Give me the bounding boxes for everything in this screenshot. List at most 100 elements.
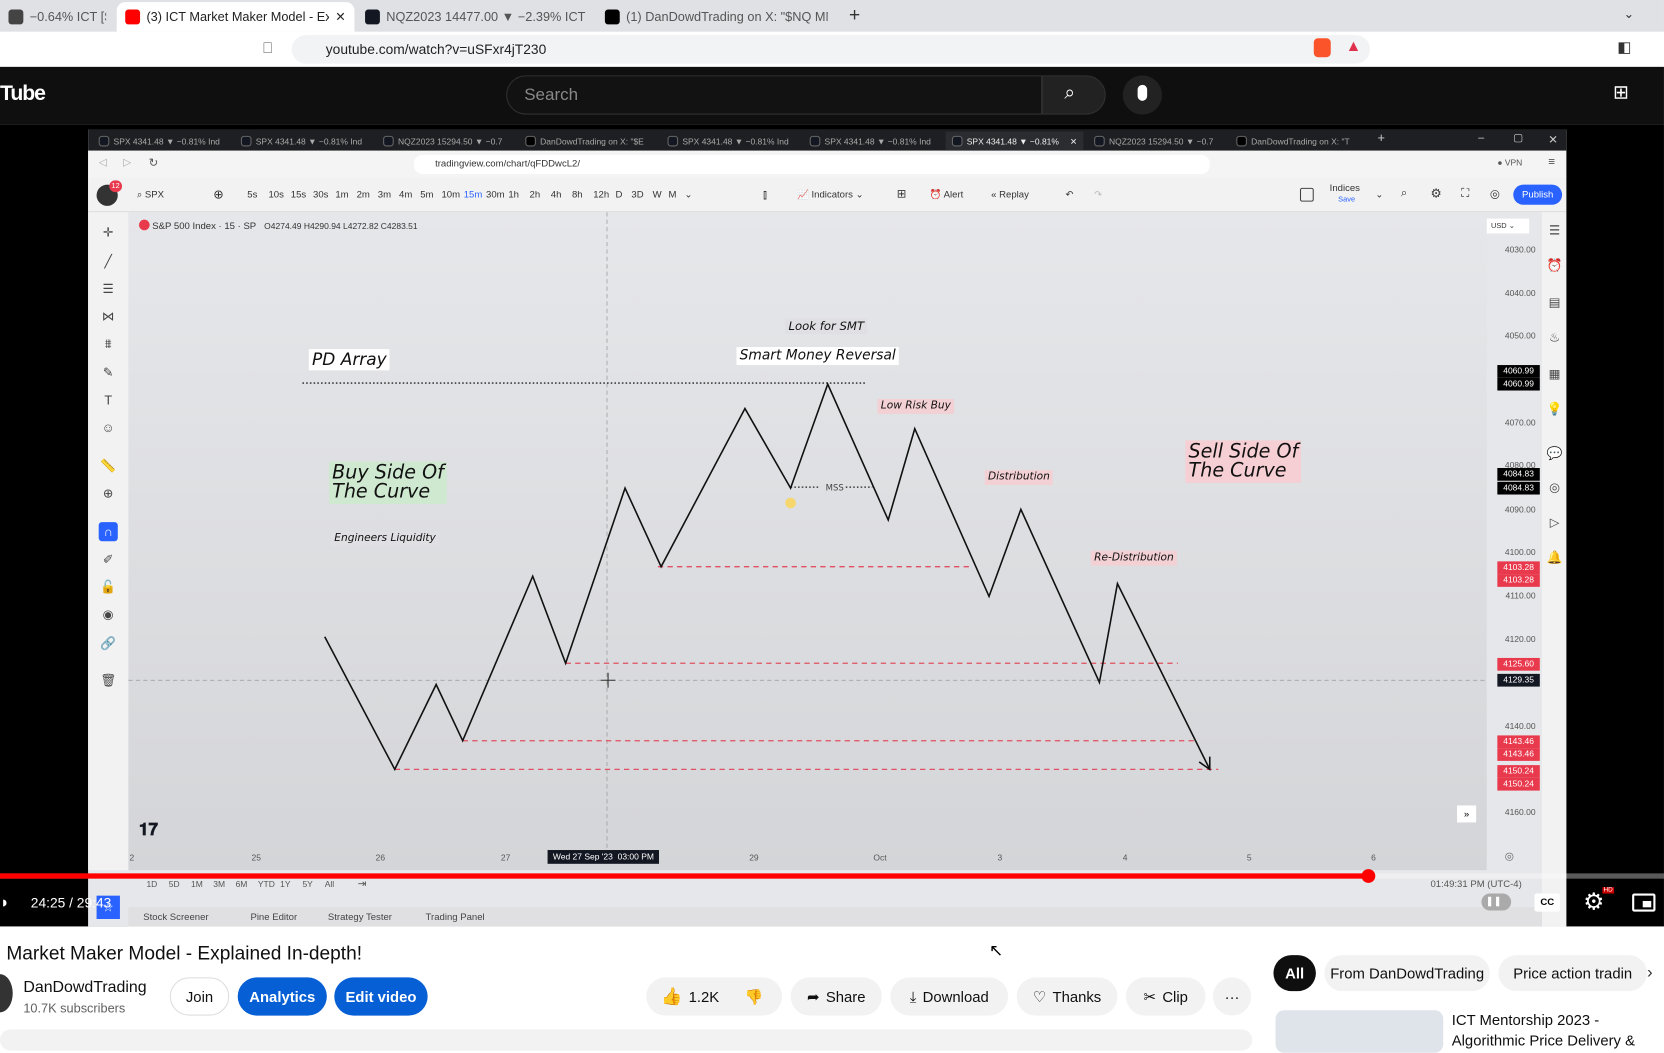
microphone-icon: [1137, 84, 1148, 101]
clock-timezone[interactable]: 01:49:31 PM (UTC-4): [1430, 879, 1521, 890]
price-badge: 4103.28: [1497, 574, 1540, 587]
filter-chip[interactable]: All: [1273, 955, 1316, 992]
analytics-button[interactable]: Analytics: [237, 977, 327, 1016]
channel-name[interactable]: DanDowdTrading: [23, 978, 146, 996]
search-icon: ⌕: [1064, 81, 1076, 103]
annotation-buy-side: Buy Side Of The Curve: [328, 461, 448, 505]
play-icon[interactable]: ▷: [1545, 515, 1564, 534]
bottom-tab[interactable]: Trading Panel: [426, 912, 485, 923]
new-tab-button[interactable]: +: [849, 4, 860, 26]
price-label: 4090.00: [1504, 505, 1536, 515]
sidebar-toggle-icon[interactable]: ◧: [1617, 38, 1631, 56]
filter-chip[interactable]: Price action tradin: [1498, 955, 1647, 992]
ideas-bulb-icon[interactable]: 💡: [1545, 401, 1564, 420]
auto-scale-settings-icon[interactable]: ◎: [1505, 851, 1514, 863]
recommended-thumbnail[interactable]: [1275, 1010, 1444, 1053]
download-button[interactable]: ⤓ Download: [890, 977, 1009, 1016]
hd-badge: HD: [1602, 887, 1614, 894]
volume-icon[interactable]: ◗: [0, 894, 10, 912]
like-icon[interactable]: 👍: [661, 986, 682, 1007]
miniplayer-icon[interactable]: [1632, 893, 1656, 912]
bottom-tab[interactable]: Strategy Tester: [328, 912, 392, 923]
close-window-icon[interactable]: ✕: [1548, 133, 1558, 147]
price-label: 4120.00: [1504, 634, 1536, 645]
brave-rewards-icon[interactable]: ▲: [1346, 37, 1362, 55]
price-label: 4160.00: [1504, 807, 1536, 818]
menu-icon[interactable]: ≡: [1548, 156, 1555, 169]
filter-chip[interactable]: From DanDowdTrading: [1324, 955, 1490, 992]
browser-tab[interactable]: NQZ2023 14477.00 ▼ −2.39% ICT [S][: [357, 2, 595, 32]
thanks-button[interactable]: ♡ Thanks: [1016, 977, 1118, 1016]
time-label: 6: [1371, 853, 1376, 863]
bottom-tab[interactable]: Pine Editor: [250, 912, 297, 923]
range-1Y[interactable]: 1Y: [280, 880, 290, 890]
notifications-bell-icon[interactable]: 🔔: [1545, 550, 1564, 569]
tab-title: (1) DanDowdTrading on X: "$NQ MMS: [626, 9, 828, 25]
bottom-tab[interactable]: Stock Screener: [143, 912, 208, 923]
legend-title[interactable]: S&P 500 Index · 15 · SP: [152, 221, 256, 232]
url-text: youtube.com/watch?v=uSFxr4jT230: [325, 41, 547, 58]
watchlist-icon[interactable]: ☰: [1545, 223, 1564, 242]
bookmark-icon[interactable]: ⎕: [263, 39, 272, 57]
range-YTD[interactable]: YTD: [258, 880, 275, 890]
thanks-heart-icon: ♡: [1032, 987, 1047, 1005]
range-1D[interactable]: 1D: [146, 880, 157, 890]
hotlist-fire-icon[interactable]: ♨: [1545, 330, 1564, 349]
like-count[interactable]: 1.2K: [689, 988, 720, 1005]
range-All[interactable]: All: [325, 880, 334, 890]
browser-tab[interactable]: (1) DanDowdTrading on X: "$NQ MMS: [596, 2, 836, 32]
voice-search-button[interactable]: [1122, 75, 1163, 115]
price-badge: 4125.60: [1497, 657, 1540, 671]
price-badge: 4143.46: [1497, 735, 1540, 749]
channel-avatar[interactable]: [0, 974, 13, 1013]
clip-label: Clip: [1162, 987, 1188, 1005]
clip-button[interactable]: ✂ Clip: [1125, 977, 1206, 1016]
search-button[interactable]: ⌕: [1042, 75, 1106, 115]
share-icon: ➦: [806, 987, 820, 1005]
captions-button[interactable]: CC: [1534, 893, 1560, 912]
annotation-engineers: Engineers Liquidity: [331, 531, 440, 547]
search-input[interactable]: Search: [506, 75, 1043, 115]
tab-list-chevron-icon[interactable]: ⌄: [1624, 6, 1635, 21]
alarm-clock-icon[interactable]: ⏰: [1545, 258, 1564, 277]
range-3M[interactable]: 3M: [213, 880, 225, 890]
range-1M[interactable]: 1M: [191, 880, 203, 890]
seek-thumb[interactable]: [1361, 869, 1376, 883]
brave-shield-icon[interactable]: [1313, 38, 1331, 58]
youtube-logo[interactable]: Tube: [0, 82, 46, 106]
chips-next-chevron-icon[interactable]: ›: [1647, 964, 1653, 983]
streams-icon[interactable]: ◎: [1545, 480, 1564, 499]
create-video-icon[interactable]: ⊞: [1613, 82, 1629, 104]
share-button[interactable]: ➦ Share: [790, 977, 882, 1016]
dislike-icon[interactable]: 👎: [745, 987, 764, 1005]
more-actions-button[interactable]: ···: [1212, 977, 1252, 1016]
calendar-icon[interactable]: ▦: [1545, 366, 1564, 385]
autoplay-toggle[interactable]: ❚❚: [1481, 893, 1512, 911]
join-button[interactable]: Join: [169, 977, 230, 1016]
chart-legend: S&P 500 Index · 15 · SP O4274.49 H4290.9…: [139, 219, 418, 232]
time-label: Oct: [873, 853, 887, 863]
annotation-pd-array: PD Array: [308, 349, 390, 371]
edit-video-button[interactable]: Edit video: [334, 977, 428, 1016]
browser-tab[interactable]: −0.64% ICT [S][∞][S]: [0, 2, 115, 32]
tab-title: −0.64% ICT [S][∞][S]: [29, 9, 106, 25]
chat-icon[interactable]: 💬: [1545, 446, 1564, 465]
price-axis[interactable]: 4030.00 4040.00 4050.00 4070.00 4080.00 4090.…: [1487, 129, 1542, 872]
url-field[interactable]: youtube.com/watch?v=uSFxr4jT230: [291, 35, 1371, 64]
price-badge: 4129.35: [1497, 673, 1540, 687]
scroll-right-icon[interactable]: »: [1457, 805, 1477, 823]
goto-date-icon[interactable]: ⇥: [358, 879, 367, 891]
tradingview-icon: [365, 9, 380, 25]
youtube-header: Tube Search ⌕ ⊞: [0, 66, 1664, 125]
close-tab-icon[interactable]: ✕: [335, 10, 346, 25]
range-5Y[interactable]: 5Y: [302, 880, 312, 890]
seek-bar[interactable]: [0, 869, 1664, 883]
range-5D[interactable]: 5D: [169, 880, 180, 890]
settings-gear-icon[interactable]: ⚙: [1583, 888, 1604, 916]
browser-tab[interactable]: (3) ICT Market Maker Model - Ex ✕: [116, 2, 355, 32]
chart-canvas[interactable]: [88, 129, 1542, 872]
scissors-icon: ✂: [1143, 987, 1156, 1005]
range-6M[interactable]: 6M: [236, 880, 248, 890]
recommended-title[interactable]: ICT Mentorship 2023 - Algorithmic Price …: [1452, 1010, 1635, 1050]
data-window-icon[interactable]: ▤: [1545, 295, 1564, 314]
